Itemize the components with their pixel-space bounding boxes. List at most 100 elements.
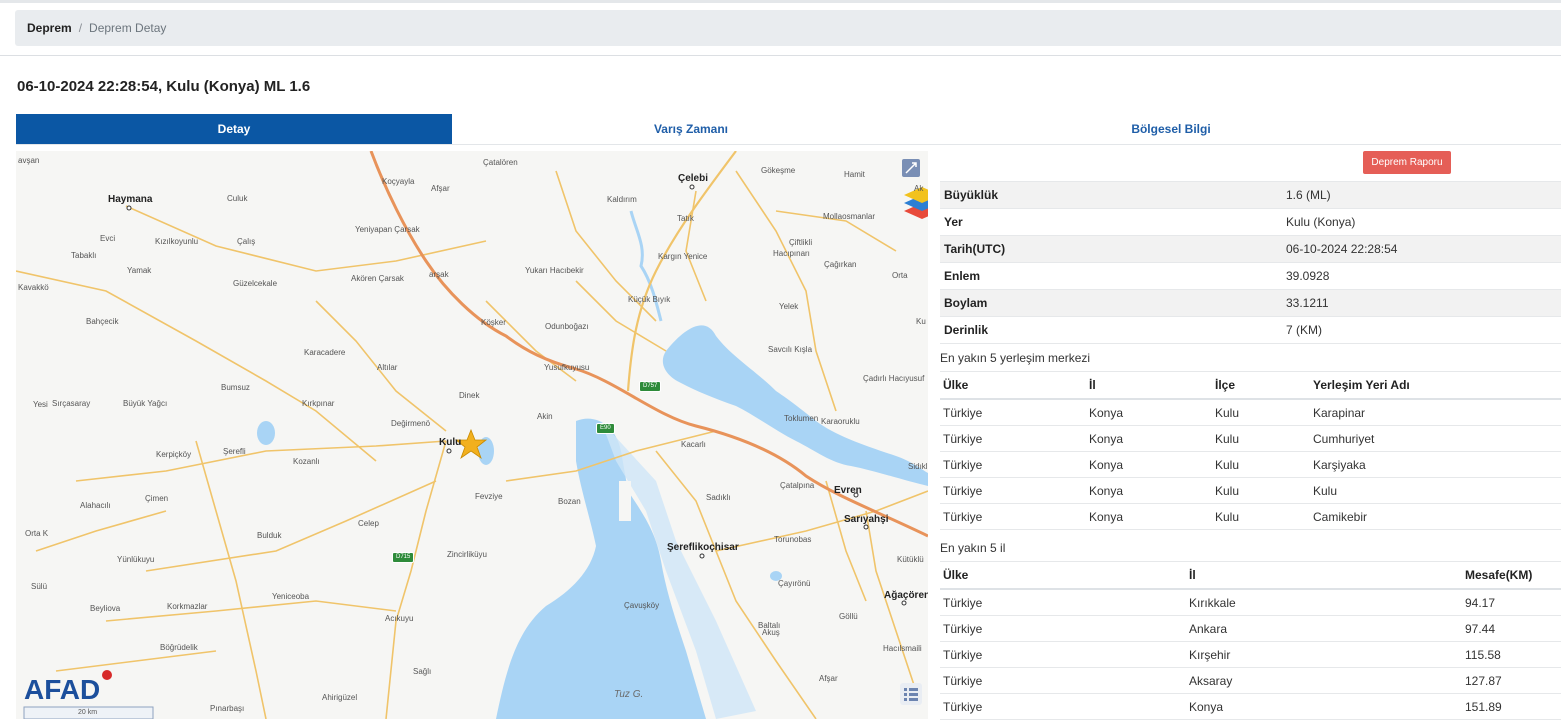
cell: Kırıkkale: [1186, 589, 1462, 616]
col-header: Ülke: [940, 561, 1186, 590]
map-place: Çimen: [145, 494, 169, 503]
cell: Konya: [1086, 503, 1212, 530]
road-badge-e90: E90: [596, 423, 615, 434]
cell: 151.89: [1462, 693, 1561, 720]
top-strip: [0, 0, 1561, 3]
cell: Kulu: [1212, 477, 1310, 504]
map-place: Küçük Bıyık: [628, 295, 671, 304]
cell: Türkiye: [940, 615, 1186, 642]
deprem-raporu-button[interactable]: Deprem Raporu: [1363, 151, 1451, 174]
detail-value: 06-10-2024 22:28:54: [1282, 235, 1561, 263]
map-place: Odunboğazı: [545, 322, 589, 331]
table-row: Türkiye Konya Kulu Kulu: [940, 477, 1561, 504]
map-place: Ahirigüzel: [322, 693, 358, 702]
cell: Aksaray: [1186, 667, 1462, 694]
table-row: Türkiye Konya Kulu Karapinar: [940, 399, 1561, 426]
map-place: Kaldırım: [607, 195, 637, 204]
map-place: Bumsuz: [221, 383, 250, 392]
tab-detay[interactable]: Detay: [16, 114, 452, 144]
col-header: İlçe: [1212, 371, 1310, 400]
map-place: Çiftlikli: [789, 238, 813, 247]
tab-bolgesel-bilgi[interactable]: Bölgesel Bilgi: [996, 114, 1346, 144]
detail-value: 33.1211: [1282, 289, 1561, 317]
map-place: Savcılı Kışla: [768, 345, 813, 354]
map-place: Beyliova: [90, 604, 121, 613]
page-title: 06-10-2024 22:28:54, Kulu (Konya) ML 1.6: [17, 78, 311, 95]
breadcrumb-home-link[interactable]: Deprem: [27, 21, 72, 35]
map-place: Toklumen: [784, 414, 819, 423]
map-place: Acıkuyu: [385, 614, 414, 623]
detail-key: Derinlik: [940, 316, 1282, 344]
map-scale-label: 20 km: [78, 709, 98, 716]
map-place: Ak: [914, 184, 924, 193]
cell: Türkiye: [940, 425, 1086, 452]
cell: Türkiye: [940, 477, 1086, 504]
earthquake-map[interactable]: AFAD Haymana Çelebi Kulu Evren Sarıyahşi…: [16, 151, 928, 719]
col-header: İl: [1086, 371, 1212, 400]
cell: 115.58: [1462, 641, 1561, 668]
map-place: Güzelcekale: [233, 279, 278, 288]
map-place: Yünlükuyu: [117, 555, 155, 564]
cell: Kulu: [1212, 399, 1310, 426]
map-place: Altılar: [377, 363, 398, 372]
cell: Kırşehir: [1186, 641, 1462, 668]
cell: 97.44: [1462, 615, 1561, 642]
cell: Türkiye: [940, 641, 1186, 668]
map-place: Çayırönü: [778, 579, 811, 588]
cell: Türkiye: [940, 693, 1186, 720]
detail-key: Büyüklük: [940, 181, 1282, 209]
cell: Ankara: [1186, 615, 1462, 642]
cell: Kulu: [1212, 451, 1310, 478]
map-place: Çadırlı Hacıyusuf: [863, 374, 925, 383]
map-place: Çağırkan: [824, 260, 857, 269]
detail-value: 1.6 (ML): [1282, 181, 1561, 209]
map-place: Kerpiçköy: [156, 450, 192, 459]
map-place: Şerefli: [223, 447, 246, 456]
settlements-title: En yakın 5 yerleşim merkezi: [940, 351, 1091, 365]
map-place: Tabaklı: [71, 251, 97, 260]
map-place: Yusufkuyusu: [544, 363, 590, 372]
table-row: Türkiye Kırşehir 115.58: [940, 641, 1561, 668]
table-row: Boylam 33.1211: [940, 289, 1561, 317]
map-place: Kırkpınar: [302, 399, 335, 408]
map-place: Çatalpına: [780, 481, 815, 490]
map-place: Hacıpınarı: [773, 249, 810, 258]
map-place: Celep: [358, 519, 379, 528]
map-place: Akuş: [762, 628, 780, 637]
map-place: Büyük Yağcı: [123, 399, 168, 408]
cell: Türkiye: [940, 667, 1186, 694]
detail-value: 7 (KM): [1282, 316, 1561, 344]
map-place: Böğrüdelik: [160, 643, 198, 652]
cell: Türkiye: [940, 503, 1086, 530]
detail-value: 39.0928: [1282, 262, 1561, 290]
small-lake-1: [257, 421, 275, 445]
map-place: Mollaosmanlar: [823, 212, 876, 221]
breadcrumb: Deprem / Deprem Detay: [15, 10, 1561, 46]
table-row: Türkiye Konya 151.89: [940, 693, 1561, 720]
map-place: Kargın Yenice: [658, 252, 708, 261]
map-place: avşan: [18, 156, 40, 165]
map-canvas: AFAD: [16, 151, 928, 719]
table-row: Büyüklük 1.6 (ML): [940, 181, 1561, 209]
cell: Kulu: [1212, 425, 1310, 452]
map-place: Akin: [537, 412, 553, 421]
cell: 127.87: [1462, 667, 1561, 694]
detail-key: Yer: [940, 208, 1282, 236]
table-header-row: Ülke İl Mesafe(KM): [940, 561, 1561, 590]
map-city-celebi: Çelebi: [678, 173, 709, 184]
map-place: Afşar: [819, 674, 838, 683]
table-row: Yer Kulu (Konya): [940, 208, 1561, 236]
settlements-table: Ülke İl İlçe Yerleşim Yeri Adı Türkiye Ko…: [940, 371, 1561, 530]
table-row: Tarih(UTC) 06-10-2024 22:28:54: [940, 235, 1561, 263]
map-place: Pınarbaşı: [210, 704, 245, 713]
detail-key: Enlem: [940, 262, 1282, 290]
details-table: Büyüklük 1.6 (ML) Yer Kulu (Konya) Tarih(U…: [940, 181, 1561, 344]
map-city-evren: Evren: [834, 485, 862, 496]
tab-bar: Detay Varış Zamanı Bölgesel Bilgi: [16, 114, 1561, 145]
cell: 94.17: [1462, 589, 1561, 616]
map-place: Göllü: [839, 612, 858, 621]
map-place: Korkmazlar: [167, 602, 208, 611]
map-place: arşak: [429, 270, 449, 279]
tab-varis-zamani[interactable]: Varış Zamanı: [516, 114, 866, 144]
map-place: Ku: [916, 317, 926, 326]
